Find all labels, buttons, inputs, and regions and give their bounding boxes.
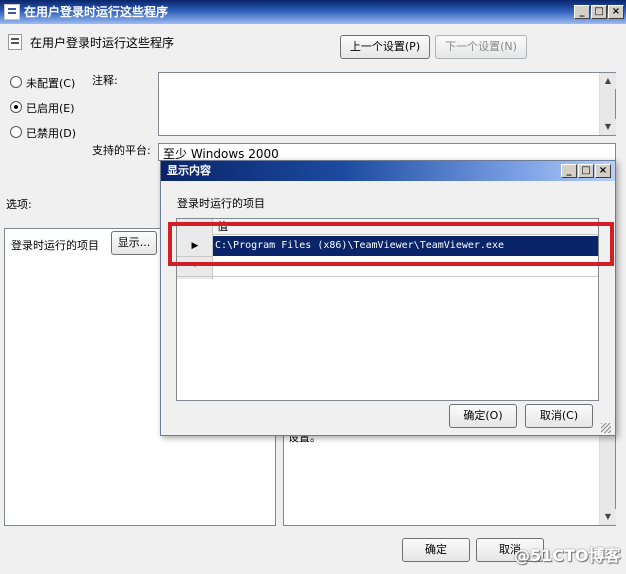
show-contents-dialog: 显示内容 _ □ × 登录时运行的项目 值 ▶ C:\Program Files… — [160, 160, 616, 436]
not-configured-radio[interactable] — [10, 76, 22, 88]
disabled-radio[interactable] — [10, 126, 22, 138]
scroll-up-icon[interactable]: ▲ — [600, 73, 616, 89]
minimize-button[interactable]: _ — [574, 5, 590, 19]
policy-icon — [4, 4, 20, 20]
options-label: 选项: — [6, 198, 32, 211]
comment-label: 注释: — [92, 74, 118, 87]
scroll-down-icon[interactable]: ▼ — [600, 119, 616, 135]
enabled-label: 已启用(E) — [26, 102, 75, 115]
dialog-close-button[interactable]: × — [595, 164, 611, 178]
resize-grip-icon[interactable] — [601, 423, 611, 433]
watermark: @51CTO博客 — [514, 546, 621, 565]
disabled-label: 已禁用(D) — [26, 127, 77, 140]
enabled-radio[interactable] — [10, 101, 22, 113]
comment-scrollbar[interactable]: ▲ ▼ — [599, 73, 616, 135]
platform-value: 至少 Windows 2000 — [158, 143, 616, 161]
show-button[interactable]: 显示... — [111, 231, 157, 255]
window-title-bar: 在用户登录时运行这些程序 _ □ × — [0, 0, 626, 24]
option-item-label: 登录时运行的项目 — [11, 239, 99, 252]
close-button[interactable]: × — [608, 5, 624, 19]
setting-icon — [8, 34, 22, 50]
dialog-list-label: 登录时运行的项目 — [177, 197, 265, 210]
comment-field[interactable]: ▲ ▼ — [158, 72, 616, 136]
dialog-maximize-button[interactable]: □ — [578, 164, 594, 178]
not-configured-label: 未配置(C) — [26, 77, 76, 90]
window-title: 在用户登录时运行这些程序 — [24, 5, 169, 19]
highlight-frame — [168, 222, 614, 266]
platform-label: 支持的平台: — [92, 144, 151, 157]
help-scroll-down-icon[interactable]: ▼ — [600, 509, 616, 525]
next-setting-button[interactable]: 下一个设置(N) — [435, 35, 527, 59]
ok-button[interactable]: 确定 — [402, 538, 470, 562]
dialog-minimize-button[interactable]: _ — [561, 164, 577, 178]
dialog-cancel-button[interactable]: 取消(C) — [525, 404, 593, 428]
maximize-button[interactable]: □ — [591, 5, 607, 19]
previous-setting-button[interactable]: 上一个设置(P) — [340, 35, 430, 59]
dialog-ok-button[interactable]: 确定(O) — [449, 404, 517, 428]
setting-name: 在用户登录时运行这些程序 — [30, 36, 175, 50]
dialog-title: 显示内容 — [161, 161, 615, 181]
